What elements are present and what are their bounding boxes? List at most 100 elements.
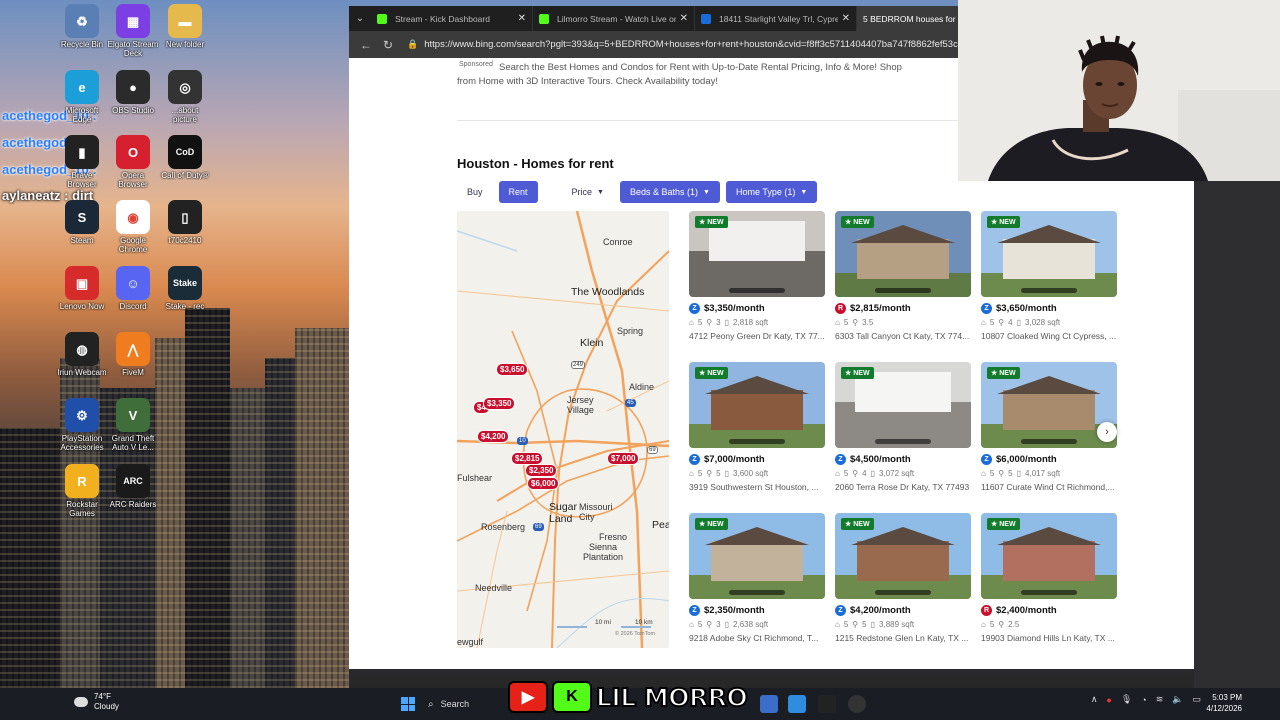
tab-kick-stream[interactable]: Lilmorro Stream - Watch Live on Kick ✕ <box>533 6 695 31</box>
desktop-icon[interactable]: ☺ Discord <box>107 266 159 311</box>
listing-card[interactable]: ★ NEW Z $7,000/month ⌂ 5 ⚲ 5 ▯ 3,600 sqft 3919 So… <box>689 362 825 502</box>
desktop-icon[interactable]: ◍ Iriun Webcam <box>56 332 108 377</box>
listing-photo[interactable]: ★ NEW <box>835 211 971 297</box>
listing-card[interactable]: ★ NEW Z $4,500/month ⌂ 5 ⚲ 4 ▯ 3,072 sqft 2060 Te… <box>835 362 971 502</box>
close-tab-icon[interactable]: ✕ <box>842 13 850 24</box>
photo-carousel-dots[interactable] <box>729 590 785 595</box>
listing-beds: 5 <box>843 318 849 327</box>
chevron-up-icon[interactable]: ∧ <box>1091 694 1098 705</box>
desktop-icon[interactable]: ▮ Brave Browser <box>56 135 108 189</box>
listing-card[interactable]: ★ NEW Z $3,350/month ⌂ 5 ⚲ 3 ▯ 2,818 sqft 4712 Pe… <box>689 211 825 351</box>
desktop-icon[interactable]: ▯ t70c2410 <box>159 200 211 245</box>
listing-card[interactable]: ★ NEW Z $3,650/month ⌂ 5 ⚲ 4 ▯ 3,028 sqft 10807 C… <box>981 211 1117 351</box>
photo-carousel-dots[interactable] <box>875 590 931 595</box>
close-tab-icon[interactable]: ✕ <box>680 13 688 24</box>
back-icon[interactable]: ← <box>355 38 377 52</box>
desktop-icon[interactable]: ♻ Recycle Bin <box>56 4 108 49</box>
desktop-icon-label: New folder <box>165 40 205 49</box>
taskbar-app-icon[interactable] <box>788 695 806 713</box>
clock[interactable]: 5:03 PM 4/12/2026 <box>1206 692 1242 714</box>
listing-address[interactable]: 19903 Diamond Hills Ln Katy, TX ... <box>981 633 1117 643</box>
close-tab-icon[interactable]: ✕ <box>518 13 526 24</box>
listing-address[interactable]: 6303 Tall Canyon Ct Katy, TX 774... <box>835 331 971 341</box>
listing-address[interactable]: 2060 Terra Rose Dr Katy, TX 77493 <box>835 482 971 492</box>
photo-carousel-dots[interactable] <box>1021 439 1077 444</box>
listing-photo[interactable]: ★ NEW <box>835 513 971 599</box>
listing-photo[interactable]: ★ NEW <box>981 513 1117 599</box>
tab-zillow[interactable]: 18411 Starlight Valley Trl, Cypress, TX … <box>695 6 857 31</box>
listing-address[interactable]: 3919 Southwestern St Houston, ... <box>689 482 825 492</box>
price-filter-button[interactable]: Price ▼ <box>561 181 614 203</box>
desktop-icon[interactable]: ▦ Elgato Stream Deck <box>107 4 159 58</box>
desktop-icon[interactable]: ▬ New folder <box>159 4 211 49</box>
map-price-pin[interactable]: $7,000 <box>607 452 640 465</box>
map-price-pin[interactable]: $2,350 <box>525 464 558 477</box>
wifi-icon[interactable]: ≋ <box>1156 694 1164 705</box>
app-tray-icon[interactable]: ◔ <box>1141 695 1146 705</box>
rent-filter-button[interactable]: Rent <box>498 181 538 203</box>
map-price-pin[interactable]: $3,650 <box>496 363 529 376</box>
app-tray-icon[interactable]: ● <box>1106 695 1111 705</box>
photo-carousel-dots[interactable] <box>729 288 785 293</box>
taskbar-app-icon[interactable] <box>760 695 778 713</box>
photo-carousel-dots[interactable] <box>875 288 931 293</box>
photo-carousel-dots[interactable] <box>875 439 931 444</box>
listing-address[interactable]: 9218 Adobe Sky Ct Richmond, T... <box>689 633 825 643</box>
listings-map[interactable]: Conroe The Woodlands Spring Klein Aldine… <box>457 211 669 648</box>
desktop-icon[interactable]: V Grand Theft Auto V Le... <box>107 398 159 452</box>
home-type-filter-button[interactable]: Home Type (1) ▼ <box>725 181 818 203</box>
microphone-icon[interactable]: 🎙 <box>1121 694 1132 705</box>
windows-start-icon[interactable] <box>401 697 415 711</box>
desktop-icon[interactable]: ARC ARC Raiders <box>107 464 159 509</box>
desktop-icon[interactable]: Stake Stake - rec <box>159 266 211 311</box>
listing-specs: ⌂ 5 ⚲ 2.5 <box>981 620 1117 629</box>
desktop-icon[interactable]: CoD Call of Duty® <box>159 135 211 180</box>
tab-kick-dashboard[interactable]: Stream - Kick Dashboard ✕ <box>371 6 533 31</box>
url-field[interactable]: 🔒 https://www.bing.com/search?pglt=393&q… <box>407 39 958 50</box>
listing-photo[interactable]: ★ NEW <box>689 362 825 448</box>
desktop-icon[interactable]: ◎ ...about picture <box>159 70 211 124</box>
desktop-icon[interactable]: S Steam <box>56 200 108 245</box>
listing-address[interactable]: 11607 Curate Wind Ct Richmond,... <box>981 482 1117 492</box>
listing-photo[interactable]: ★ NEW <box>689 211 825 297</box>
taskbar-search[interactable]: ⌕ Search <box>428 694 502 714</box>
desktop-icon[interactable]: ● OBS Studio <box>107 70 159 115</box>
photo-carousel-dots[interactable] <box>1021 590 1077 595</box>
listing-photo[interactable]: ★ NEW <box>981 211 1117 297</box>
taskbar-app-icon[interactable] <box>848 695 866 713</box>
desktop-icon[interactable]: ◉ Google Chrome <box>107 200 159 254</box>
listing-card[interactable]: ★ NEW R $2,815/month ⌂ 5 ⚲ 3.5 6303 Tall Canyon… <box>835 211 971 351</box>
desktop-icon[interactable]: ⚙ PlayStation Accessories <box>56 398 108 452</box>
desktop-icon-label: FiveM <box>122 368 144 377</box>
photo-carousel-dots[interactable] <box>1021 288 1077 293</box>
new-badge: ★ NEW <box>841 367 874 379</box>
map-price-pin[interactable]: $3,350 <box>483 397 516 410</box>
map-price-pin[interactable]: $6,000 <box>527 477 560 490</box>
search-label: Search <box>440 699 470 709</box>
listing-address[interactable]: 4712 Peony Green Dr Katy, TX 77... <box>689 331 825 341</box>
battery-icon[interactable]: ▭ <box>1192 694 1201 705</box>
desktop-icon[interactable]: R Rockstar Games <box>56 464 108 518</box>
tab-menu-icon[interactable]: ⌄ <box>349 13 371 24</box>
desktop-icon[interactable]: ⋀ FiveM <box>107 332 159 377</box>
listing-card[interactable]: ★ NEW Z $2,350/month ⌂ 5 ⚲ 3 ▯ 2,638 sqft 9218 Ad… <box>689 513 825 653</box>
map-price-pin[interactable]: $4,200 <box>477 430 510 443</box>
weather-widget[interactable]: 74°F Cloudy <box>74 692 119 712</box>
buy-filter-button[interactable]: Buy <box>457 181 493 203</box>
listing-card[interactable]: ★ NEW Z $4,200/month ⌂ 5 ⚲ 5 ▯ 3,889 sqft 1215 Re… <box>835 513 971 653</box>
bath-icon: ⚲ <box>706 620 713 629</box>
listing-address[interactable]: 10807 Cloaked Wing Ct Cypress, ... <box>981 331 1117 341</box>
taskbar-app-icon[interactable] <box>818 695 836 713</box>
listing-photo[interactable]: ★ NEW <box>835 362 971 448</box>
desktop-icon[interactable]: O Opera Browser <box>107 135 159 189</box>
beds-baths-filter-button[interactable]: Beds & Baths (1) ▼ <box>619 181 720 203</box>
chevron-right-icon[interactable]: › <box>1097 422 1117 442</box>
listing-card[interactable]: ★ NEW R $2,400/month ⌂ 5 ⚲ 2.5 19903 Diamond Hi… <box>981 513 1117 653</box>
photo-carousel-dots[interactable] <box>729 439 785 444</box>
speaker-icon[interactable]: 🔈 <box>1172 694 1183 705</box>
desktop-icon[interactable]: ▣ Lenovo Now <box>56 266 108 311</box>
listing-photo[interactable]: ★ NEW <box>689 513 825 599</box>
desktop-icon[interactable]: e Microsoft Edge <box>56 70 108 124</box>
listing-address[interactable]: 1215 Redstone Glen Ln Katy, TX ... <box>835 633 971 643</box>
refresh-icon[interactable]: ↻ <box>377 38 399 52</box>
